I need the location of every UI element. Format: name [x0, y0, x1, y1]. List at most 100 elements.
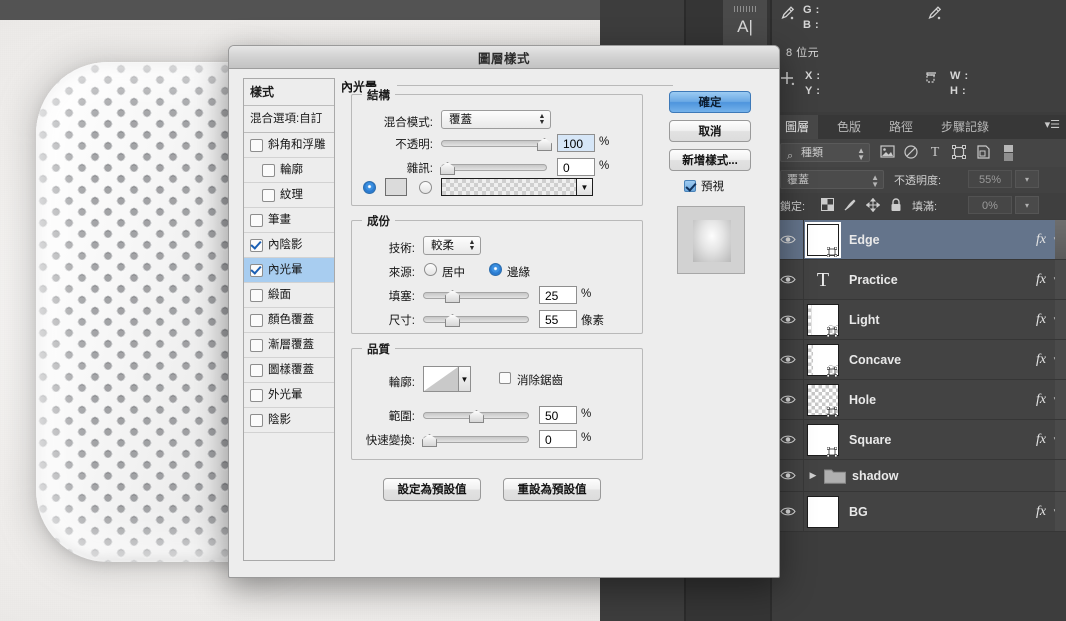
- layer-filter-select[interactable]: ⌕ 種類 ▲ ▼: [780, 143, 870, 162]
- ok-button[interactable]: 確定: [669, 91, 751, 113]
- opacity-slider[interactable]: [441, 140, 547, 147]
- style-item-inner-shadow[interactable]: 內陰影: [244, 233, 334, 258]
- layer-thumbnail[interactable]: [807, 343, 839, 377]
- layer-style-dialog[interactable]: 圖層樣式 樣式 混合選項:自訂 斜角和浮雕 輪廓 紋理 筆畫 內陰影 內光暈 緞…: [228, 45, 780, 578]
- style-item-contour[interactable]: 輪廓: [244, 158, 334, 183]
- fill-color-radio[interactable]: [363, 181, 376, 194]
- contour-dropdown-icon[interactable]: ▼: [459, 366, 471, 392]
- fill-gradient-radio[interactable]: [419, 181, 432, 194]
- image-filter-icon[interactable]: [879, 145, 895, 161]
- checkbox[interactable]: [250, 213, 263, 227]
- antialias-checkbox[interactable]: [499, 372, 511, 384]
- gradient-dropdown-icon[interactable]: ▼: [577, 178, 593, 196]
- layer-thumbnail[interactable]: [807, 495, 839, 528]
- source-edge-radio[interactable]: [489, 263, 502, 276]
- style-item-bevel-emboss[interactable]: 斜角和浮雕: [244, 133, 334, 158]
- noise-slider[interactable]: [441, 164, 547, 171]
- table-row[interactable]: Square fx ▼: [772, 420, 1066, 460]
- table-row[interactable]: Concave fx ▼: [772, 340, 1066, 380]
- checkbox[interactable]: [250, 263, 263, 277]
- size-slider[interactable]: [423, 316, 529, 323]
- styles-list[interactable]: 樣式 混合選項:自訂 斜角和浮雕 輪廓 紋理 筆畫 內陰影 內光暈 緞面 顏色覆…: [243, 78, 335, 561]
- checkbox[interactable]: [250, 313, 263, 327]
- cancel-button[interactable]: 取消: [669, 120, 751, 142]
- layers-scrollbar-track[interactable]: [1055, 380, 1066, 419]
- layers-scrollbar-track[interactable]: [1055, 340, 1066, 379]
- lock-transparency-icon[interactable]: [819, 198, 835, 214]
- blend-mode-select[interactable]: 覆蓋 ▲ ▼: [441, 110, 551, 129]
- layer-fx-icon[interactable]: fx: [1036, 392, 1052, 408]
- preview-checkbox[interactable]: [684, 180, 696, 192]
- table-row[interactable]: ▶ shadow: [772, 460, 1066, 492]
- lock-position-icon[interactable]: [865, 197, 881, 214]
- reset-default-button[interactable]: 重設為預設值: [503, 478, 601, 501]
- blend-mode-select[interactable]: 覆蓋 ▲ ▼: [780, 170, 884, 189]
- table-row[interactable]: Light fx ▼: [772, 300, 1066, 340]
- checkbox[interactable]: [250, 138, 263, 152]
- layer-thumbnail[interactable]: [807, 383, 839, 417]
- choke-slider[interactable]: [423, 292, 529, 299]
- layer-thumbnail[interactable]: [807, 303, 839, 337]
- layer-fx-icon[interactable]: fx: [1036, 272, 1052, 288]
- layer-fx-icon[interactable]: fx: [1036, 352, 1052, 368]
- opacity-dropdown-icon[interactable]: ▾: [1015, 170, 1039, 188]
- layer-fx-icon[interactable]: fx: [1036, 312, 1052, 328]
- style-item-stroke[interactable]: 筆畫: [244, 208, 334, 233]
- style-item-pattern-overlay[interactable]: 圖樣覆蓋: [244, 358, 334, 383]
- style-item-inner-glow[interactable]: 內光暈: [244, 258, 334, 283]
- contour-preview[interactable]: [423, 366, 459, 392]
- layer-fx-icon[interactable]: fx: [1036, 432, 1052, 448]
- layer-thumbnail-type[interactable]: T: [807, 264, 839, 296]
- style-item-satin[interactable]: 緞面: [244, 283, 334, 308]
- table-row[interactable]: Hole fx ▼: [772, 380, 1066, 420]
- tab-layers[interactable]: 圖層: [776, 115, 819, 139]
- adjustment-filter-icon[interactable]: [903, 145, 919, 161]
- set-default-button[interactable]: 設定為預設值: [383, 478, 481, 501]
- checkbox[interactable]: [262, 188, 275, 202]
- source-center-radio[interactable]: [424, 263, 437, 276]
- jitter-input[interactable]: 0: [539, 430, 577, 448]
- layers-scrollbar-track[interactable]: [1055, 300, 1066, 339]
- checkbox[interactable]: [250, 288, 263, 302]
- layers-list[interactable]: Edge fx ▼ T Practice fx ▼: [772, 220, 1066, 532]
- lock-image-icon[interactable]: [842, 198, 858, 214]
- layer-fx-icon[interactable]: fx: [1036, 504, 1052, 520]
- layers-scrollbar-track[interactable]: [1055, 460, 1066, 491]
- group-disclosure-triangle-icon[interactable]: ▶: [806, 470, 820, 481]
- style-item-texture[interactable]: 紋理: [244, 183, 334, 208]
- choke-input[interactable]: 25: [539, 286, 577, 304]
- layers-scrollbar-thumb[interactable]: [1055, 220, 1066, 259]
- opacity-input[interactable]: 100: [557, 134, 595, 152]
- filter-toggle-icon[interactable]: [1000, 145, 1016, 161]
- layer-thumbnail[interactable]: [807, 423, 839, 457]
- layers-panel[interactable]: 圖層 色版 路徑 步驟記錄 ▾☰ ⌕ 種類 ▲ ▼ T 覆蓋 ▲ ▼ 不透明度:…: [772, 115, 1066, 621]
- size-input[interactable]: 55: [539, 310, 577, 328]
- opacity-value[interactable]: 55%: [968, 170, 1012, 188]
- jitter-slider[interactable]: [423, 436, 529, 443]
- layers-scrollbar-track[interactable]: [1055, 420, 1066, 459]
- fill-value[interactable]: 0%: [968, 196, 1012, 214]
- new-style-button[interactable]: 新增樣式...: [669, 149, 751, 171]
- layer-fx-icon[interactable]: fx: [1036, 232, 1052, 248]
- table-row[interactable]: T Practice fx ▼: [772, 260, 1066, 300]
- style-item-gradient-overlay[interactable]: 漸層覆蓋: [244, 333, 334, 358]
- layers-scrollbar-track[interactable]: [1055, 260, 1066, 299]
- checkbox[interactable]: [250, 363, 263, 377]
- table-row[interactable]: BG fx ▼: [772, 492, 1066, 532]
- noise-input[interactable]: 0: [557, 158, 595, 176]
- checkbox[interactable]: [250, 413, 263, 427]
- dialog-titlebar[interactable]: 圖層樣式: [229, 46, 779, 69]
- tab-history[interactable]: 步驟記錄: [932, 115, 998, 139]
- checkbox[interactable]: [250, 388, 263, 402]
- style-item-color-overlay[interactable]: 顏色覆蓋: [244, 308, 334, 333]
- shape-filter-icon[interactable]: [951, 145, 967, 161]
- checkbox[interactable]: [262, 163, 275, 177]
- tab-channels[interactable]: 色版: [828, 115, 870, 139]
- blending-options-item[interactable]: 混合選項:自訂: [244, 106, 334, 133]
- smartobject-filter-icon[interactable]: [975, 145, 991, 161]
- type-filter-icon[interactable]: T: [927, 145, 943, 161]
- style-item-outer-glow[interactable]: 外光暈: [244, 383, 334, 408]
- checkbox[interactable]: [250, 338, 263, 352]
- fill-dropdown-icon[interactable]: ▾: [1015, 196, 1039, 214]
- layers-scrollbar-track[interactable]: [1055, 492, 1066, 531]
